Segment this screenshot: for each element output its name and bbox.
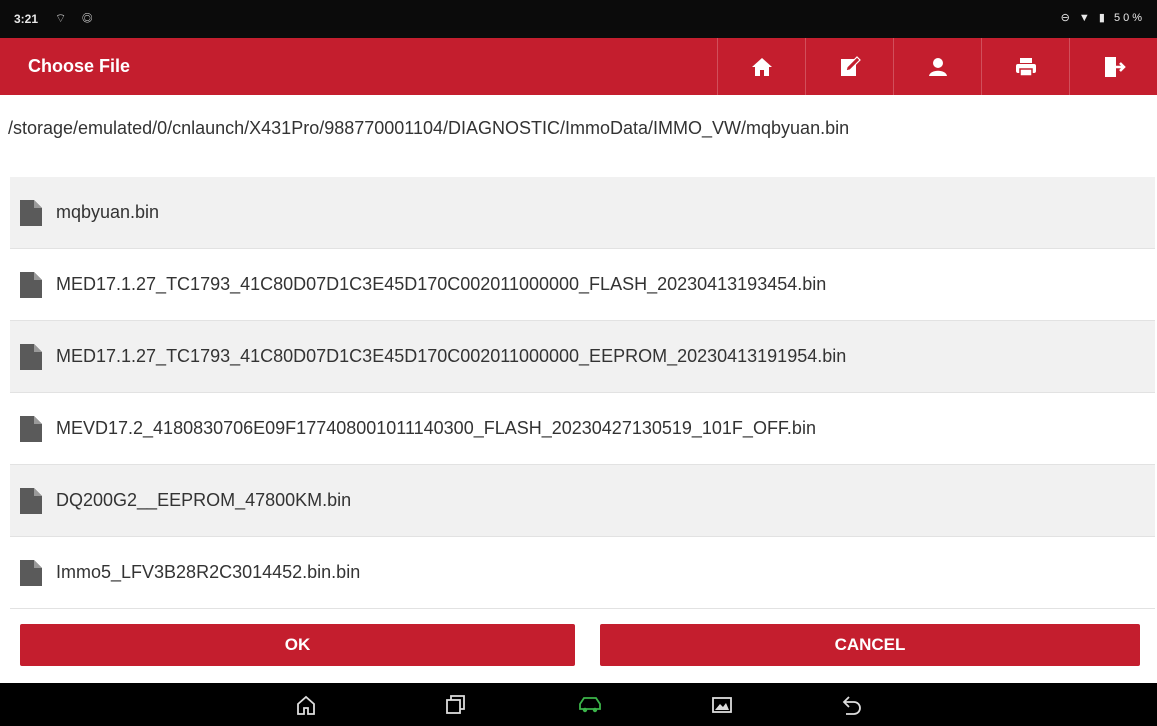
file-icon <box>20 199 42 226</box>
exit-icon <box>1104 56 1126 77</box>
file-row[interactable]: MED17.1.27_TC1793_41C80D07D1C3E45D170C00… <box>10 249 1155 321</box>
file-name: DQ200G2__EEPROM_47800KM.bin <box>56 490 352 510</box>
status-indicator-icons: ⊖ ▼ ▮ <box>1060 12 1108 24</box>
file-icon <box>20 343 42 370</box>
file-name: MED17.1.27_TC1793_41C80D07D1C3E45D170C00… <box>56 274 827 294</box>
title-bar: Choose File <box>0 38 1157 95</box>
file-icon <box>20 559 42 586</box>
file-icon <box>20 415 42 442</box>
exit-button[interactable] <box>1069 38 1157 95</box>
back-icon[interactable] <box>840 693 864 717</box>
home-icon <box>751 57 772 76</box>
edit-icon <box>840 55 861 76</box>
file-path: /storage/emulated/0/cnlaunch/X431Pro/988… <box>8 118 850 138</box>
file-row[interactable]: DQ200G2__EEPROM_47800KM.bin <box>10 465 1155 537</box>
file-name: Immo5_LFV3B28R2C3014452.bin.bin <box>56 562 361 582</box>
file-row[interactable]: mqbyuan.bin <box>10 177 1155 249</box>
file-name: mqbyuan.bin <box>56 202 160 222</box>
home-button[interactable] <box>717 38 805 95</box>
file-row[interactable]: MED17.1.27_TC1793_41C80D07D1C3E45D170C00… <box>10 321 1155 393</box>
user-icon <box>928 57 947 76</box>
file-name: MED17.1.27_TC1793_41C80D07D1C3E45D170C00… <box>56 346 847 366</box>
user-button[interactable] <box>893 38 981 95</box>
ok-button[interactable]: OK <box>20 624 575 666</box>
file-name: MEVD17.2_4180830706E09F17740800101114030… <box>56 418 816 438</box>
status-time: 3:21 <box>14 12 39 26</box>
print-button[interactable] <box>981 38 1069 95</box>
file-row[interactable]: MEVD17.2_4180830706E09F17740800101114030… <box>10 393 1155 465</box>
status-left-icons: ⌔ ◎ <box>55 11 99 25</box>
home-icon[interactable] <box>294 693 318 717</box>
file-row[interactable]: Immo5_LFV3B28R2C3014452.bin.bin <box>10 537 1155 609</box>
car-diagnostic-icon[interactable] <box>578 693 602 717</box>
edit-button[interactable] <box>805 38 893 95</box>
file-icon <box>20 487 42 514</box>
battery-level: 50% <box>1113 12 1145 24</box>
file-icon <box>20 271 42 298</box>
file-list: mqbyuan.bin MED17.1.27_TC1793_41C80D07D1… <box>10 177 1155 609</box>
status-bar: 3:21 ⌔ ◎ ⊖ ▼ ▮ 50% <box>0 0 1157 38</box>
page-title: Choose File <box>28 56 131 76</box>
status-right-icons: ⊖ ▼ ▮ 50% <box>1061 11 1145 24</box>
screenshot-icon[interactable] <box>710 693 734 717</box>
nav-bar <box>0 683 1157 726</box>
print-icon <box>1015 57 1036 77</box>
toolbar <box>717 38 1157 95</box>
cancel-button[interactable]: CANCEL <box>600 624 1140 666</box>
recent-apps-icon[interactable] <box>443 693 467 717</box>
